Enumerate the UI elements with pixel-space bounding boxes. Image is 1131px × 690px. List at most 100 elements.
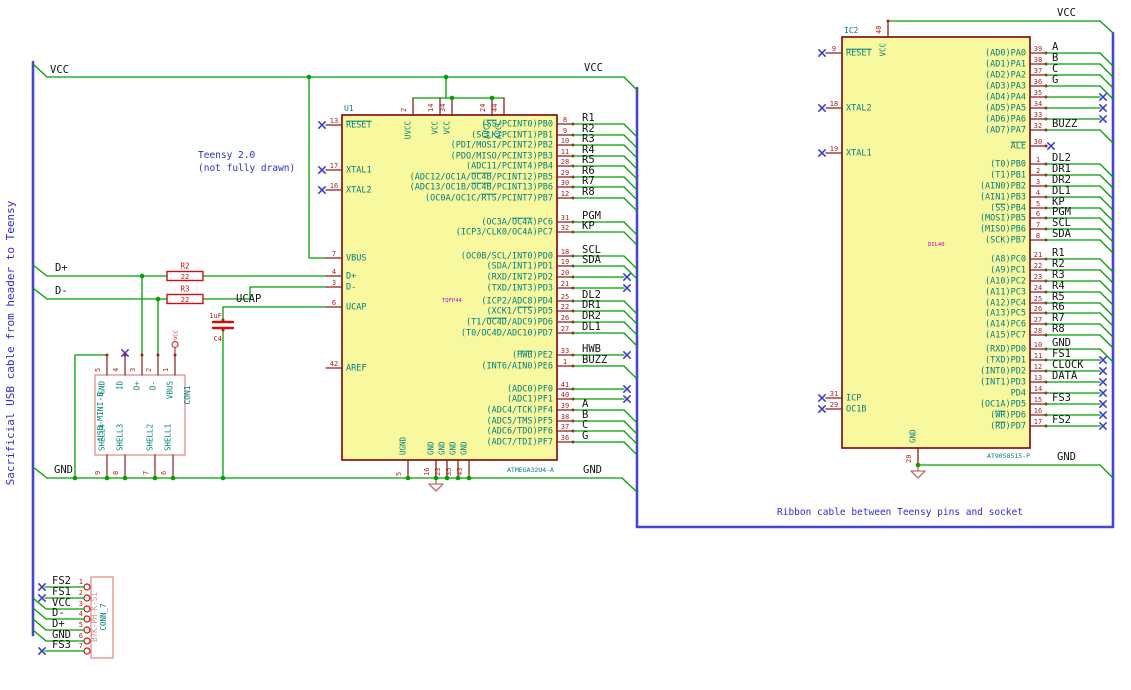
pin-number: 6 [332, 299, 336, 307]
pin-name: (MOSI)PB5 [980, 214, 1026, 224]
pin-name: OC1B [846, 405, 866, 415]
pin-number: 40 [561, 391, 569, 399]
pin-number: 36 [561, 434, 569, 442]
pin-number: 10 [1034, 341, 1042, 349]
pin-end-dot [1044, 144, 1048, 148]
net-label-vcc: VCC [50, 64, 69, 76]
component-value: 22 [181, 273, 189, 281]
pin-number: 1 [563, 358, 567, 366]
pin-end-dot [886, 19, 890, 23]
pin-number: 36 [1034, 78, 1042, 86]
pin-name: (WR)PD6 [990, 411, 1026, 421]
pin-name: (A10)PC2 [985, 277, 1026, 287]
bus-entry [623, 409, 638, 424]
pin-name: (A12)PC4 [985, 299, 1026, 309]
pin-number: 39 [561, 402, 569, 410]
bus-entry [1099, 334, 1114, 349]
pin-number: 12 [1034, 363, 1042, 371]
bus-entry [623, 441, 638, 456]
pin-name: (ADC7/TDI)PF7 [486, 438, 553, 448]
pin-name: (AD7)PA7 [985, 126, 1026, 136]
junction-dot [122, 475, 128, 481]
pin-number: 35 [1034, 89, 1042, 97]
bus-entry [623, 365, 638, 380]
pin-number: 11 [1034, 352, 1042, 360]
wire [32, 466, 48, 479]
pin-number: 29 [561, 169, 569, 177]
pin-name: (SS/PCINT0)PB0 [481, 120, 553, 130]
connector-pin-circle [83, 615, 91, 623]
teensy-note: (not fully drawn) [198, 163, 295, 174]
pin-name: (INT1)PD3 [980, 378, 1026, 388]
pin-number: 2 [145, 368, 153, 372]
component-value: 1uF [209, 312, 222, 320]
pin-name: (ADC12/OC1A/OC4B/PCINT12)PB5 [410, 173, 553, 183]
pin-number: 12 [561, 190, 569, 198]
bus-entry [1099, 291, 1114, 306]
pin-number: 34 [439, 104, 447, 112]
bus-entry [623, 332, 638, 347]
pin-name: (AD3)PA3 [985, 82, 1026, 92]
pin-name: (OC1A)PD5 [980, 400, 1026, 410]
pin-name: (T0)PB0 [990, 160, 1026, 170]
junction-dot [455, 475, 461, 481]
bus-entry [1099, 52, 1114, 67]
net-label-sda: SDA [1052, 228, 1072, 240]
bus-entry [32, 618, 47, 631]
schematic-page: U1 ATMEGA32U4-A TQFP44 13 RESET 17 XTAL1 16 XTAL… [0, 0, 1131, 690]
pin-number: 16 [423, 468, 431, 476]
wire [621, 477, 638, 493]
pin-name: ALE [1011, 142, 1026, 152]
pin-number: 24 [479, 104, 487, 112]
pin-number: 30 [1034, 138, 1042, 146]
pin-name: SHELL3 [116, 424, 125, 451]
pin-name: D+ [346, 272, 356, 282]
junction-dot [405, 475, 411, 481]
pin-name: XTAL2 [346, 186, 372, 196]
pin-name: VCC [443, 121, 452, 135]
pin-number: 16 [1034, 407, 1042, 415]
connector-pin-circle [83, 583, 91, 591]
connector-pin-circle [83, 647, 91, 655]
pin-number: 7 [79, 642, 83, 650]
wire [32, 264, 48, 277]
pin-name: (AD6)PA6 [985, 115, 1026, 125]
component-value: ATMEGA32U4-A [507, 466, 554, 474]
pin-number: 1 [79, 578, 83, 586]
pin-name: (AD1)PA1 [985, 60, 1026, 70]
pin-name: (A11)PC3 [985, 288, 1026, 298]
pin-name: GND [449, 441, 458, 455]
pin-number: 35 [445, 468, 453, 476]
pin-number: 13 [1034, 374, 1042, 382]
bus-entry [1099, 74, 1114, 89]
pin-name: (AD0)PA0 [985, 49, 1026, 59]
component-reference: U1 [344, 104, 354, 113]
pin-number: 3 [332, 279, 336, 287]
pin-end-dot [156, 353, 160, 357]
pin-name: (T1/OC4D/ADC9)PD6 [466, 318, 553, 328]
bus-entry [1099, 129, 1114, 144]
net-label-dl1: DL1 [582, 321, 601, 333]
pin-number: 14 [427, 104, 435, 112]
pin-number: 13 [330, 117, 338, 125]
pin-name: GND [98, 381, 107, 395]
pin-name: (ADC4/TCK)PF4 [486, 406, 553, 416]
bus-entry [1099, 196, 1114, 211]
junction-dot [443, 74, 449, 80]
pin-number: 25 [561, 293, 569, 301]
pin-name: (ADC13/OC1B/OC4B/PCINT13)PB6 [410, 183, 553, 193]
pin-number: 38 [1034, 56, 1042, 64]
net-label-vcc: VCC [1057, 7, 1076, 19]
pin-number: 43 [456, 468, 464, 476]
power-flag-icon [171, 340, 179, 349]
net-label-sda: SDA [582, 254, 602, 266]
pin-name: (OC0B/SCL/INT0)PD0 [461, 252, 553, 262]
pin-name: (XCK1/CTS)PD5 [486, 307, 553, 317]
junction-dot [155, 296, 161, 302]
pin-name: (SDA/INT1)PD1 [486, 262, 553, 272]
pin-number: 2 [1036, 167, 1040, 175]
pin-name: ICP [846, 394, 861, 404]
pin-number: 28 [1034, 327, 1042, 335]
schematic-canvas: U1ATMEGA32U4-ATQFP4413 RESET17 XTAL116 XTAL… [4, 7, 1115, 659]
net-label-d+: D+ [55, 262, 68, 274]
